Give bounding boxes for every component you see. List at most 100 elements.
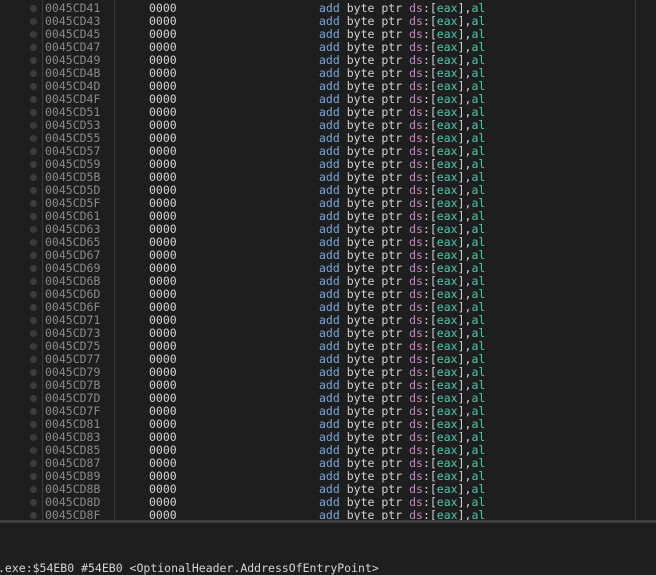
instruction-punctuation: ],: [457, 144, 472, 158]
breakpoint-dot-icon[interactable]: [30, 174, 37, 181]
instruction-ptr: ptr: [381, 1, 403, 15]
instruction-ptr: ptr: [381, 378, 403, 392]
breakpoint-dot-icon[interactable]: [30, 226, 37, 233]
instruction-segment: ds: [409, 365, 423, 379]
instruction-punctuation: ],: [457, 118, 472, 132]
instruction-segment: ds: [409, 1, 423, 15]
instruction-segment: ds: [409, 118, 423, 132]
instruction-source: al: [471, 391, 486, 405]
breakpoint-dot-icon[interactable]: [30, 395, 37, 402]
breakpoint-dot-icon[interactable]: [30, 83, 37, 90]
instruction-mnemonic: add: [319, 105, 340, 119]
instruction-punctuation: ],: [457, 209, 472, 223]
breakpoint-dot-icon[interactable]: [30, 356, 37, 363]
breakpoint-dot-icon[interactable]: [30, 122, 37, 129]
breakpoint-dot-icon[interactable]: [30, 382, 37, 389]
breakpoint-dot-icon[interactable]: [30, 161, 37, 168]
instruction-punctuation: ],: [457, 443, 472, 457]
instruction-punctuation: ],: [457, 339, 472, 353]
instruction-ptr: ptr: [381, 313, 403, 327]
instruction-source: al: [471, 365, 486, 379]
instruction-punctuation: :[: [422, 170, 437, 184]
breakpoint-dot-icon[interactable]: [30, 499, 37, 506]
breakpoint-dot-icon[interactable]: [30, 187, 37, 194]
breakpoint-dot-icon[interactable]: [30, 5, 37, 12]
instruction-mnemonic: add: [319, 79, 340, 93]
breakpoint-dot-icon[interactable]: [30, 330, 37, 337]
instruction-segment: ds: [409, 261, 423, 275]
breakpoint-dot-icon[interactable]: [30, 135, 37, 142]
instruction-segment: ds: [409, 391, 423, 405]
instruction-punctuation: ],: [457, 183, 472, 197]
breakpoint-dot-icon[interactable]: [30, 31, 37, 38]
instruction-size: byte: [346, 365, 375, 379]
disassembly-rows: 0045CD41 0000 add byte ptr ds:[eax],al 0045…: [0, 2, 656, 520]
instruction-register: eax: [436, 339, 458, 353]
instruction-ptr: ptr: [381, 274, 403, 288]
breakpoint-dot-icon[interactable]: [30, 512, 37, 519]
instruction-ptr: ptr: [381, 92, 403, 106]
instruction-size: byte: [346, 248, 375, 262]
instruction-punctuation: :[: [422, 365, 437, 379]
instruction-source: al: [471, 443, 486, 457]
breakpoint-dot-icon[interactable]: [30, 252, 37, 259]
instruction-segment: ds: [409, 352, 423, 366]
instruction-register: eax: [436, 1, 458, 15]
instruction-punctuation: ],: [457, 274, 472, 288]
breakpoint-dot-icon[interactable]: [30, 148, 37, 155]
breakpoint-dot-icon[interactable]: [30, 213, 37, 220]
gutter-separator: [42, 0, 43, 520]
instruction-mnemonic: add: [319, 92, 340, 106]
breakpoint-dot-icon[interactable]: [30, 317, 37, 324]
instruction-mnemonic: add: [319, 144, 340, 158]
instruction-mnemonic: add: [319, 274, 340, 288]
instruction-register: eax: [436, 27, 458, 41]
breakpoint-dot-icon[interactable]: [30, 421, 37, 428]
instruction-mnemonic: add: [319, 326, 340, 340]
instruction-ptr: ptr: [381, 183, 403, 197]
instruction-source: al: [471, 274, 486, 288]
instruction-segment: ds: [409, 209, 423, 223]
instruction-source: al: [471, 53, 486, 67]
instruction-punctuation: ],: [457, 378, 472, 392]
disassembly-row[interactable]: 0045CD8F 0000 add byte ptr ds:[eax],al: [0, 509, 656, 520]
instruction-segment: ds: [409, 378, 423, 392]
instruction-punctuation: :[: [422, 79, 437, 93]
breakpoint-dot-icon[interactable]: [30, 70, 37, 77]
instruction-segment: ds: [409, 326, 423, 340]
instruction-segment: ds: [409, 469, 423, 483]
breakpoint-dot-icon[interactable]: [30, 473, 37, 480]
breakpoint-dot-icon[interactable]: [30, 447, 37, 454]
breakpoint-dot-icon[interactable]: [30, 96, 37, 103]
instruction-size: byte: [346, 27, 375, 41]
instruction-ptr: ptr: [381, 79, 403, 93]
instruction-punctuation: ],: [457, 157, 472, 171]
disassembly-view[interactable]: 0045CD41 0000 add byte ptr ds:[eax],al 0045…: [0, 0, 656, 520]
instruction-mnemonic: add: [319, 378, 340, 392]
instruction-source: al: [471, 40, 486, 54]
breakpoint-dot-icon[interactable]: [30, 278, 37, 285]
instruction-punctuation: ],: [457, 261, 472, 275]
breakpoint-dot-icon[interactable]: [30, 434, 37, 441]
instruction-segment: ds: [409, 443, 423, 457]
instruction-segment: ds: [409, 27, 423, 41]
breakpoint-dot-icon[interactable]: [30, 460, 37, 467]
instruction-punctuation: :[: [422, 495, 437, 509]
breakpoint-dot-icon[interactable]: [30, 408, 37, 415]
breakpoint-dot-icon[interactable]: [30, 18, 37, 25]
breakpoint-dot-icon[interactable]: [30, 109, 37, 116]
instruction-register: eax: [436, 105, 458, 119]
breakpoint-dot-icon[interactable]: [30, 265, 37, 272]
breakpoint-dot-icon[interactable]: [30, 239, 37, 246]
breakpoint-dot-icon[interactable]: [30, 44, 37, 51]
instruction-punctuation: :[: [422, 274, 437, 288]
breakpoint-dot-icon[interactable]: [30, 291, 37, 298]
instruction-segment: ds: [409, 157, 423, 171]
breakpoint-dot-icon[interactable]: [30, 200, 37, 207]
breakpoint-dot-icon[interactable]: [30, 343, 37, 350]
breakpoint-dot-icon[interactable]: [30, 304, 37, 311]
instruction-punctuation: ],: [457, 495, 472, 509]
breakpoint-dot-icon[interactable]: [30, 369, 37, 376]
breakpoint-dot-icon[interactable]: [30, 486, 37, 493]
breakpoint-dot-icon[interactable]: [30, 57, 37, 64]
